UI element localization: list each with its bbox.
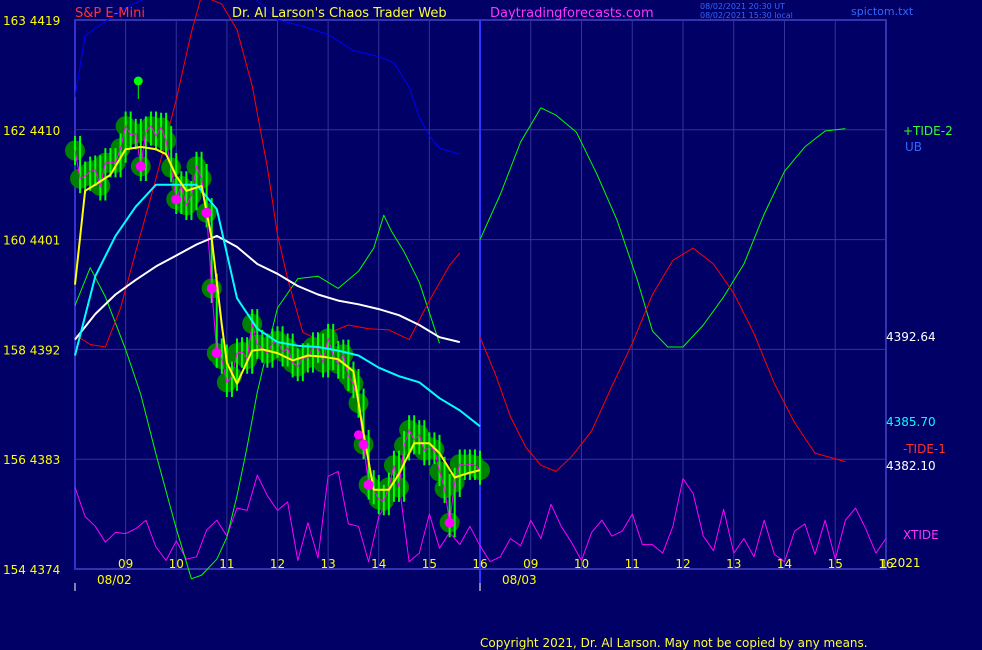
x-tick-label: 14	[777, 557, 792, 571]
date-label: 08/03	[502, 573, 537, 587]
y-tick-label: 163 4419	[3, 14, 60, 28]
x-tick-label: 10	[574, 557, 589, 571]
x-tick-label: 1	[880, 557, 888, 571]
y-tick-label: 158 4392	[3, 343, 60, 357]
event-marker	[354, 430, 363, 440]
price-chart: 163 4419 162 4410 160 4401 158 4392 156 4383…	[0, 0, 982, 650]
event-dot	[363, 479, 374, 490]
event-dot	[206, 283, 217, 294]
event-dot	[201, 207, 212, 218]
close-value: 4382.10	[886, 459, 936, 473]
copyright-notice: Copyright 2021, Dr. Al Larson. May not b…	[480, 636, 868, 650]
x-tick-label: 15	[828, 557, 843, 571]
y-tick-label: 154 4374	[3, 563, 60, 577]
event-dot	[171, 194, 182, 205]
y-tick-label: 160 4401	[3, 234, 60, 248]
x-tick-label: 12	[270, 557, 285, 571]
x-tick-label: 13	[726, 557, 741, 571]
event-marker	[133, 76, 143, 86]
y-tick-label: 162 4410	[3, 124, 60, 138]
ma-slow-value: 4392.64	[886, 330, 936, 344]
site-title: Dr. Al Larson's Chaos Trader Web	[232, 6, 447, 21]
instrument-title: S&P E-Mini	[75, 6, 145, 21]
data-file-name: spictom.txt	[851, 5, 914, 18]
xtide-label: XTIDE	[903, 528, 939, 542]
x-tick-label: 12	[675, 557, 690, 571]
x-tick-label: 11	[219, 557, 234, 571]
event-dot	[444, 517, 455, 528]
x-tick-label: 09	[523, 557, 538, 571]
x-tick-label: 16	[472, 557, 487, 571]
site-url[interactable]: Daytradingforecasts.com	[490, 6, 654, 21]
event-dot	[358, 439, 369, 450]
y-tick-label: 156 4383	[3, 453, 60, 467]
tide-plus-label: +TIDE-2	[903, 124, 953, 138]
tide-minus-label: -TIDE-1	[903, 442, 946, 456]
update-time-ut: 08/02/2021 20:30 UT	[700, 2, 785, 11]
x-tick-label: 15	[422, 557, 437, 571]
x-tick-label: 13	[320, 557, 335, 571]
event-dot	[211, 348, 222, 359]
year-label: 2021	[890, 556, 921, 570]
update-time-local: 08/02/2021 15:30 local	[700, 11, 793, 20]
ma-mid-value: 4385.70	[886, 415, 936, 429]
x-tick-label: 14	[371, 557, 386, 571]
event-dot	[135, 161, 146, 172]
ub-label: UB	[905, 140, 923, 154]
x-tick-label: 10	[169, 557, 184, 571]
date-label: 08/02	[97, 573, 132, 587]
x-tick-label: 09	[118, 557, 133, 571]
x-tick-label: 11	[625, 557, 640, 571]
